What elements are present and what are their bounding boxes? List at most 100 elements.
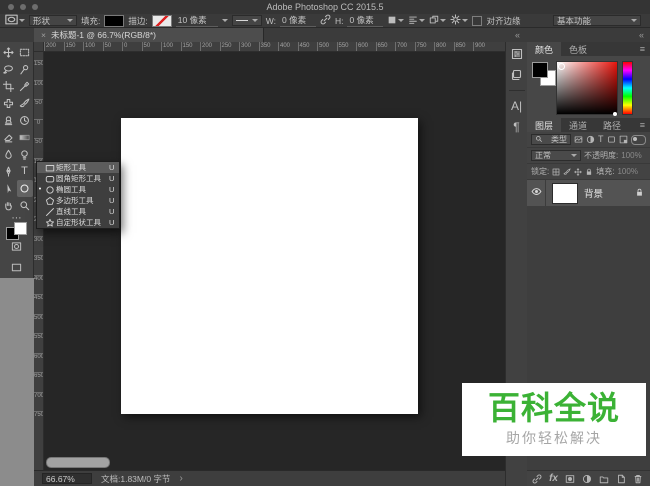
background-color-swatch[interactable]	[14, 222, 27, 235]
clone-stamp-tool[interactable]	[1, 112, 17, 129]
paragraph-panel-button[interactable]: ¶	[513, 121, 519, 133]
kind-smart-filter-icon[interactable]	[619, 135, 628, 144]
path-operations-button[interactable]	[387, 15, 405, 27]
stroke-width-field[interactable]: 10 像素	[175, 15, 218, 27]
kind-pixel-filter-icon[interactable]	[574, 135, 583, 144]
layer-filtering-toggle[interactable]	[631, 134, 646, 145]
eyedropper-tool[interactable]	[17, 78, 33, 95]
color-panel-menu-icon[interactable]: ≡	[635, 42, 650, 56]
tool-preset-picker[interactable]	[5, 13, 25, 28]
blend-mode-select[interactable]: 正常	[531, 150, 581, 161]
gradient-tool[interactable]	[17, 129, 33, 146]
flyout-item-line[interactable]: 直线工具 U	[37, 206, 119, 217]
hand-tool[interactable]	[1, 197, 17, 214]
flyout-item-ellipse[interactable]: • 椭圆工具 U	[37, 184, 119, 195]
align-edges-checkbox[interactable]	[472, 15, 483, 26]
ruler-corner[interactable]	[34, 42, 44, 52]
vertical-ruler[interactable]: 1501005005010015020025030035040045050055…	[34, 52, 44, 470]
tab-channels[interactable]: 通道	[561, 118, 595, 132]
lock-all-icon[interactable]	[585, 168, 593, 176]
tab-color[interactable]: 颜色	[527, 42, 562, 56]
path-select-tool[interactable]	[1, 180, 17, 197]
fx-button[interactable]: fx	[549, 473, 558, 484]
document-tab[interactable]: × 未标题-1 @ 66.7%(RGB/8*)	[34, 28, 264, 42]
flyout-item-custom-shape[interactable]: 自定形状工具 U	[37, 217, 119, 228]
brush-tool[interactable]	[17, 95, 33, 112]
opacity-value[interactable]: 100%	[621, 151, 641, 160]
mask-button[interactable]	[565, 474, 575, 484]
new-layer-button[interactable]	[616, 474, 626, 484]
ellipse-tool[interactable]	[16, 180, 33, 197]
link-button[interactable]	[532, 474, 542, 484]
tab-swatches[interactable]: 色板	[561, 42, 595, 56]
link-dimensions-button[interactable]	[320, 14, 331, 27]
minimize-window-button[interactable]	[20, 4, 26, 10]
tab-layers[interactable]: 图层	[527, 118, 562, 132]
zoom-window-button[interactable]	[32, 4, 38, 10]
stroke-swatch[interactable]	[151, 14, 172, 27]
color-cursor[interactable]	[558, 63, 565, 70]
saturation-brightness-field[interactable]	[556, 61, 618, 116]
caret-down-icon[interactable]	[221, 19, 228, 22]
flyout-item-rounded-rect[interactable]: 圆角矩形工具 U	[37, 173, 119, 184]
type-tool[interactable]: T	[17, 163, 33, 180]
quick-mask-button[interactable]	[11, 239, 22, 257]
crop-tool[interactable]	[1, 78, 17, 95]
zoom-tool[interactable]	[17, 197, 33, 214]
ruler-label: 50	[102, 42, 123, 51]
blur-tool[interactable]	[1, 146, 17, 163]
zoom-level-field[interactable]: 66.67%	[42, 473, 92, 484]
path-arrangement-button[interactable]	[429, 15, 447, 27]
lasso-tool[interactable]	[1, 61, 17, 78]
horizontal-ruler[interactable]: 200 150 100 50 0 50 100 150 200 250 300 350 400 450 50…	[34, 42, 505, 52]
flyout-item-rect[interactable]: 矩形工具 U	[37, 162, 119, 173]
fill-value[interactable]: 100%	[617, 167, 637, 176]
layer-filter-kind-select[interactable]: 类型	[531, 134, 571, 145]
tool-mode-select[interactable]: 形状	[29, 15, 77, 26]
canvas[interactable]	[121, 118, 418, 414]
color-panel-swatches	[531, 61, 556, 91]
stroke-style-select[interactable]	[231, 15, 262, 26]
libraries-panel-button[interactable]	[511, 69, 523, 81]
adjustments-panel-button[interactable]	[511, 48, 523, 60]
fill-swatch[interactable]	[104, 14, 125, 27]
tab-paths[interactable]: 路径	[595, 118, 629, 132]
kind-adjust-filter-icon[interactable]	[586, 135, 595, 144]
lock-position-icon[interactable]	[574, 167, 582, 176]
kind-shape-filter-icon[interactable]	[607, 135, 616, 144]
status-options-chevron[interactable]: ›	[179, 473, 182, 484]
quick-select-tool[interactable]	[17, 61, 33, 78]
pen-tool[interactable]	[1, 163, 17, 180]
path-alignment-button[interactable]	[408, 15, 426, 27]
layer-visibility-toggle[interactable]	[527, 180, 546, 206]
dodge-tool[interactable]	[17, 146, 33, 163]
foreground-color-swatch[interactable]	[532, 62, 548, 78]
trash-button[interactable]	[633, 474, 643, 484]
marquee-tool[interactable]	[17, 44, 33, 61]
geometry-options-button[interactable]	[450, 14, 469, 27]
close-window-button[interactable]	[8, 4, 14, 10]
group-button[interactable]	[599, 474, 609, 484]
adjustment-button[interactable]	[582, 474, 592, 484]
spot-heal-tool[interactable]	[1, 95, 17, 112]
layer-row-background[interactable]: 背景	[527, 180, 650, 206]
collapse-panels-button[interactable]: «	[639, 30, 644, 40]
lock-paint-icon[interactable]	[563, 167, 571, 176]
horizontal-scrollbar-thumb[interactable]	[46, 457, 110, 468]
workspace-select[interactable]: 基本功能	[553, 15, 641, 26]
history-brush-tool[interactable]	[17, 112, 33, 129]
screen-mode-button[interactable]	[11, 260, 22, 278]
shape-width-field[interactable]: 0 像素	[279, 15, 316, 27]
kind-type-filter-icon[interactable]: T	[598, 135, 604, 144]
hue-slider[interactable]	[622, 61, 633, 115]
close-tab-icon[interactable]: ×	[41, 30, 46, 40]
layer-thumbnail[interactable]	[552, 182, 578, 204]
lock-transparent-icon[interactable]	[552, 168, 560, 176]
eraser-tool[interactable]	[1, 129, 17, 146]
move-tool[interactable]	[1, 44, 17, 61]
layers-panel-menu-icon[interactable]: ≡	[635, 118, 650, 132]
character-panel-button[interactable]: A|	[511, 100, 522, 112]
shape-height-field[interactable]: 0 像素	[347, 15, 384, 27]
flyout-item-polygon[interactable]: 多边形工具 U	[37, 195, 119, 206]
collapse-dock-button[interactable]: «	[515, 30, 520, 40]
